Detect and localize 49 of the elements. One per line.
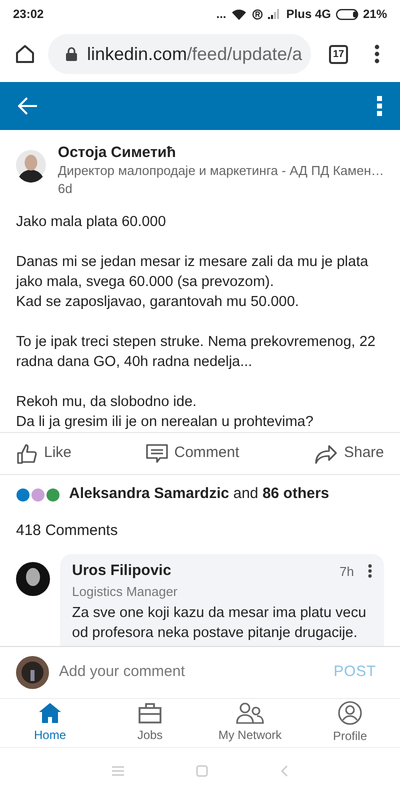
notification-dots: ... xyxy=(216,6,226,23)
post-text: Jako mala plata 60.000 xyxy=(16,213,167,232)
post-text: To je ipak treci stepen struke. Nema prekovremenog, 22 radna dana GO, 40h radna nedelja... xyxy=(16,333,376,372)
commenter-avatar-icon xyxy=(16,562,50,596)
nav-tab[interactable]: Jobs xyxy=(100,699,200,747)
speech-bubble-icon xyxy=(146,444,168,464)
author-headline: Директор малопродаје и маркетинга - АД ПД Камен… xyxy=(58,162,384,180)
comment-age: 7h xyxy=(340,562,354,580)
battery-icon xyxy=(336,8,360,20)
more-icon[interactable] xyxy=(368,564,372,578)
thumbs-up-icon xyxy=(16,442,38,464)
post-text: Danas mi se jedan mesar iz mesare zali da mu je plata jako mala, svega 60.000 (sa prevozom). xyxy=(16,253,370,292)
user-avatar-icon xyxy=(16,656,49,689)
share-arrow-icon xyxy=(314,444,338,464)
roaming-icon xyxy=(252,8,264,20)
briefcase-icon xyxy=(138,702,162,724)
comment-input[interactable]: Add your comment xyxy=(59,661,324,684)
nav-tab[interactable]: Home xyxy=(0,699,100,747)
commenter-name[interactable]: Uros Filipovic xyxy=(72,560,172,582)
tab-count[interactable]: 17 xyxy=(329,44,348,64)
post-text: Kad se zaposljavao, garantovah mu 50.000. xyxy=(16,293,300,312)
battery-percent: 21% xyxy=(362,6,387,23)
address-bar[interactable]: linkedin.com/feed/update/a xyxy=(48,34,311,74)
like-button[interactable]: Like xyxy=(16,436,72,470)
url-text: linkedin.com/feed/update/a xyxy=(87,42,302,66)
menu-icon[interactable] xyxy=(374,44,380,64)
home-icon[interactable] xyxy=(14,43,36,65)
clock: 23:02 xyxy=(13,6,44,23)
profile-icon xyxy=(338,701,362,725)
nav-tab[interactable]: Profile xyxy=(300,699,400,747)
comment-count: 418 Comments xyxy=(16,520,118,541)
carrier-label: Plus 4G xyxy=(286,6,331,23)
signal-icon xyxy=(268,9,280,19)
comment-button[interactable]: Comment xyxy=(146,436,240,470)
share-button[interactable]: Share xyxy=(314,436,384,470)
post-text: Da li ja gresim ili je on nerealan u prohtevima? xyxy=(16,413,314,432)
house-icon xyxy=(38,702,62,724)
wifi-icon xyxy=(232,8,246,20)
commenter-headline: Logistics Manager xyxy=(72,582,178,600)
nav-tab[interactable]: My Network xyxy=(200,699,300,747)
back-arrow-icon[interactable] xyxy=(18,97,38,115)
more-icon[interactable] xyxy=(377,96,382,116)
post-text: Rekoh mu, da slobodno ide. xyxy=(16,393,198,412)
post-age: 6d xyxy=(58,180,74,198)
people-icon xyxy=(236,702,264,724)
lock-icon xyxy=(66,47,77,61)
comment-text: Za sve one koji kazu da mesar ima platu vecu od profesora neka postave pitanje drugacije. xyxy=(72,604,368,642)
author-name[interactable]: Остоја Симетић xyxy=(58,144,384,162)
reactions-summary[interactable]: Aleksandra Samardzic and 86 others xyxy=(69,483,330,506)
